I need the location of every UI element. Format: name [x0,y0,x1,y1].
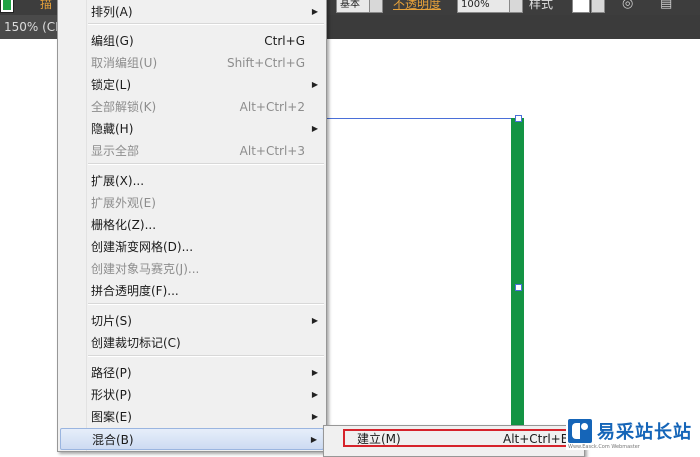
menu-item[interactable]: 图案(E) ▶ [60,406,324,428]
blend-mode-dropdown-icon[interactable] [369,0,383,13]
menu-item-label: 图案(E) [91,410,132,424]
selection-handle-middle[interactable] [515,284,522,291]
menu-item[interactable]: 取消编组(U) Shift+Ctrl+G [60,52,324,74]
style-swatch[interactable] [572,0,590,13]
blend-mode-select[interactable]: 基本 [336,0,371,13]
style-label: 样式 [529,0,554,11]
menu-item-label: 编组(G) [91,34,134,48]
menu-item-label: 栅格化(Z)... [91,218,157,232]
document-tab[interactable]: 150% (CM [0,15,64,39]
submenu-arrow-icon: ▶ [311,368,318,377]
menu-item[interactable]: 创建对象马赛克(J)... [60,258,324,280]
object-menu: 排列(A) ▶ 编组(G) Ctrl+G 取消编组(U) Shift+Ctrl+G 锁定(L… [57,0,327,452]
stroke-label[interactable]: 描 [40,0,52,12]
opacity-dropdown-icon[interactable] [509,0,523,13]
menu-item-label: 全部解锁(K) [91,100,157,114]
menu-item-label: 隐藏(H) [91,122,134,136]
fill-swatch[interactable] [0,0,14,13]
opacity-label[interactable]: 不透明度 [393,0,441,12]
menu-item-label: 排列(A) [91,5,133,19]
menu-item-shortcut: Alt+Ctrl+2 [239,100,305,114]
submenu-arrow-icon: ▶ [311,124,318,133]
submenu-arrow-icon: ▶ [311,80,318,89]
menu-item[interactable]: 全部解锁(K) Alt+Ctrl+2 [60,96,324,118]
menu-item-label: 创建对象马赛克(J)... [91,262,200,276]
recolor-icon[interactable]: ◎ [622,0,633,11]
menu-item[interactable]: 切片(S) ▶ [60,310,324,332]
selection-handle-top[interactable] [515,115,522,122]
menu-item[interactable]: 路径(P) ▶ [60,362,324,384]
menu-separator [88,163,324,165]
menu-item-shortcut: Shift+Ctrl+G [226,56,305,70]
submenu-arrow-icon: ▶ [311,316,318,325]
menu-item-shortcut: Ctrl+G [264,34,305,48]
submenu-arrow-icon: ▶ [310,435,317,444]
menu-separator [88,23,324,25]
menu-item-label: 路径(P) [91,366,132,380]
brand-logo-icon [568,419,592,443]
submenu-item-label: 建立(M) [357,432,401,446]
menu-item-label: 形状(P) [91,388,132,402]
menu-item[interactable]: 混合(B) ▶ [60,428,324,450]
menu-item-label: 拼合透明度(F)... [91,284,179,298]
menu-item-label: 扩展(X)... [91,174,145,188]
menu-item-label: 锁定(L) [91,78,132,92]
menu-item[interactable]: 栅格化(Z)... [60,214,324,236]
watermark-brand: 易采站长站 [597,422,692,443]
menu-item[interactable]: 创建渐变网格(D)... [60,236,324,258]
blend-submenu: 建立(M) Alt+Ctrl+B [323,425,585,457]
watermark-logo: 易采站长站 Www.Easck.Com Webmaster [566,415,700,450]
submenu-arrow-icon: ▶ [311,390,318,399]
menu-item[interactable]: 隐藏(H) ▶ [60,118,324,140]
menu-item[interactable]: 排列(A) ▶ [60,1,324,23]
canvas-area-left [0,39,57,450]
menu-item-label: 创建裁切标记(C) [91,336,181,350]
menu-item[interactable]: 形状(P) ▶ [60,384,324,406]
menu-item[interactable]: 扩展(X)... [60,170,324,192]
menu-item-shortcut: Alt+Ctrl+3 [239,144,305,158]
menu-item-label: 切片(S) [91,314,132,328]
menu-item-label: 扩展外观(E) [91,196,156,210]
menu-item-label: 取消编组(U) [91,56,158,70]
menu-item-label: 混合(B) [92,433,134,447]
align-icon[interactable]: ▤ [660,0,672,11]
menu-item[interactable]: 编组(G) Ctrl+G [60,30,324,52]
menu-separator [88,303,324,305]
menu-item[interactable]: 显示全部 Alt+Ctrl+3 [60,140,324,162]
submenu-item-shortcut: Alt+Ctrl+B [503,432,569,446]
menu-item[interactable]: 锁定(L) ▶ [60,74,324,96]
submenu-arrow-icon: ▶ [311,412,318,421]
menu-item[interactable]: 创建裁切标记(C) [60,332,324,354]
menu-item[interactable]: 扩展外观(E) [60,192,324,214]
submenu-arrow-icon: ▶ [311,7,318,16]
opacity-input[interactable]: 100% [457,0,510,13]
watermark-tagline: Www.Easck.Com Webmaster [568,444,640,450]
menu-item-label: 创建渐变网格(D)... [91,240,194,254]
menu-item[interactable]: 拼合透明度(F)... [60,280,324,302]
menu-separator [88,355,324,357]
submenu-item-make[interactable]: 建立(M) Alt+Ctrl+B [343,429,569,447]
style-dropdown-icon[interactable] [591,0,605,13]
selection-bounding-line [327,118,518,119]
menu-item-label: 显示全部 [91,144,140,158]
